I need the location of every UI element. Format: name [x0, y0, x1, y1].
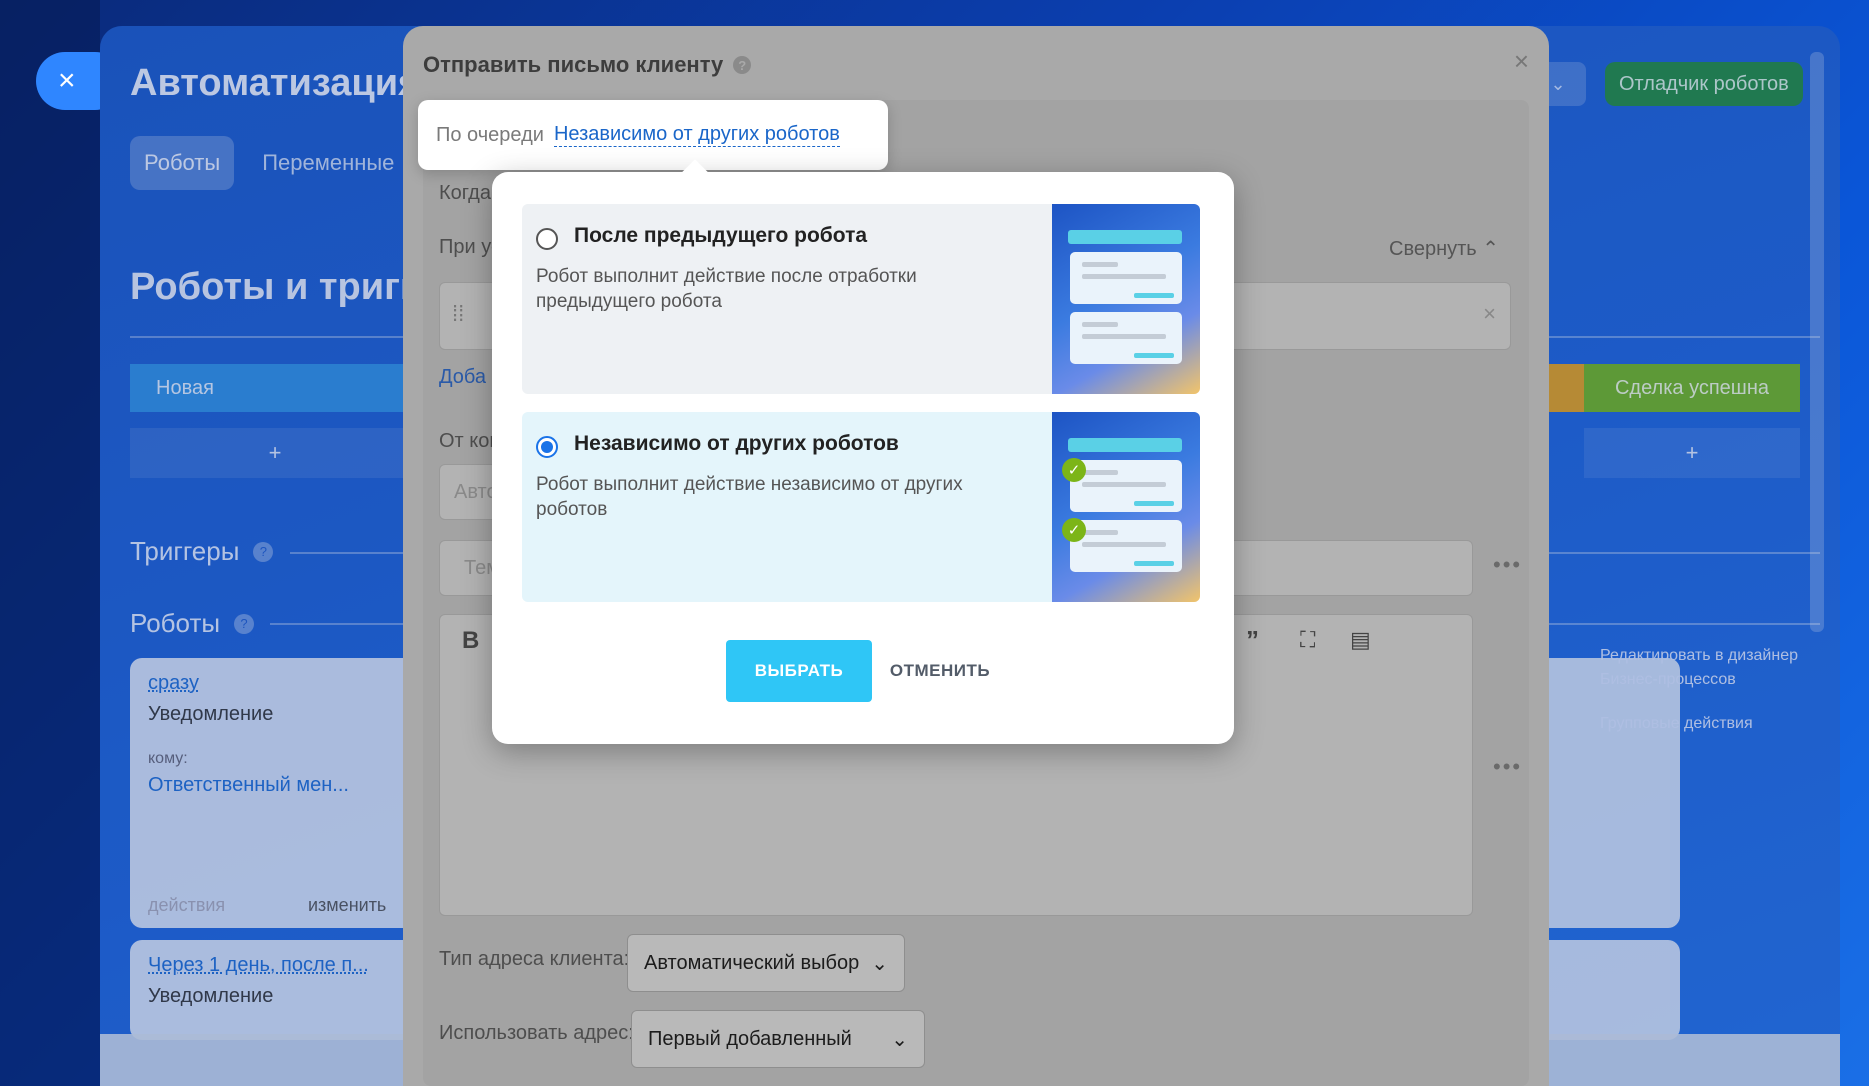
close-icon[interactable]: × — [1483, 301, 1496, 327]
option-title: После предыдущего робота — [574, 224, 868, 247]
client-address-type-select[interactable]: Автоматический выбор ⌄ — [627, 934, 905, 992]
check-icon: ✓ — [1062, 458, 1086, 482]
chevron-down-icon: ⌄ — [871, 952, 888, 975]
use-address-select[interactable]: Первый добавленный ⌄ — [631, 1010, 925, 1068]
dialog-title: Отправить письмо клиенту ? — [423, 52, 752, 78]
execution-order-label: По очереди — [436, 123, 544, 146]
client-address-type-value: Автоматический выбор — [644, 951, 860, 974]
option-independent[interactable]: Независимо от других роботов Робот выпол… — [522, 412, 1200, 602]
use-address-label: Использовать адрес: — [439, 1022, 634, 1044]
more-icon[interactable]: ••• — [1493, 552, 1522, 578]
option-illustration — [1052, 204, 1200, 394]
fullscreen-icon[interactable]: ⛶ — [1300, 627, 1315, 653]
attach-icon[interactable]: ▤ — [1350, 627, 1371, 653]
add-condition-link[interactable]: Доба — [439, 366, 486, 389]
chevron-down-icon: ⌄ — [891, 1028, 908, 1051]
option-description: Робот выполнит действие после отработки … — [536, 266, 917, 312]
when-label: Когда — [439, 182, 491, 204]
close-icon: × — [58, 64, 76, 97]
collapse-label: Свернуть — [1389, 238, 1477, 260]
cancel-button[interactable]: ОТМЕНИТЬ — [880, 640, 1000, 702]
client-address-type-label: Тип адреса клиента: — [439, 948, 630, 970]
drag-handle-icon[interactable]: ⁞⁞ — [452, 301, 464, 327]
use-address-value: Первый добавленный — [648, 1027, 852, 1050]
execution-order-popup: После предыдущего робота Робот выполнит … — [492, 159, 1234, 744]
quote-icon[interactable]: ” — [1246, 625, 1259, 656]
from-label: От ког — [439, 430, 497, 452]
execution-order-chip[interactable]: По очереди Независимо от других роботов — [418, 100, 888, 170]
dialog-title-text: Отправить письмо клиенту — [423, 52, 724, 77]
option-description: Робот выполнит действие независимо от др… — [536, 474, 963, 520]
chevron-up-icon: ⌃ — [1482, 238, 1500, 260]
check-icon: ✓ — [1062, 518, 1086, 542]
help-icon[interactable]: ? — [733, 56, 752, 74]
option-title: Независимо от других роботов — [574, 432, 899, 455]
sidebar-strip — [0, 0, 100, 1086]
collapse-button[interactable]: Свернуть ⌃ — [1389, 236, 1499, 261]
option-after-previous[interactable]: После предыдущего робота Робот выполнит … — [522, 204, 1200, 394]
bold-icon[interactable]: B — [462, 627, 479, 655]
execution-order-value[interactable]: Независимо от других роботов — [553, 123, 840, 147]
option-illustration: ✓ ✓ — [1052, 412, 1200, 602]
close-icon[interactable]: × — [1514, 46, 1529, 77]
radio-independent[interactable] — [536, 436, 558, 458]
radio-after-previous[interactable] — [536, 228, 558, 250]
more-icon[interactable]: ••• — [1493, 754, 1522, 780]
select-button[interactable]: ВЫБРАТЬ — [726, 640, 872, 702]
